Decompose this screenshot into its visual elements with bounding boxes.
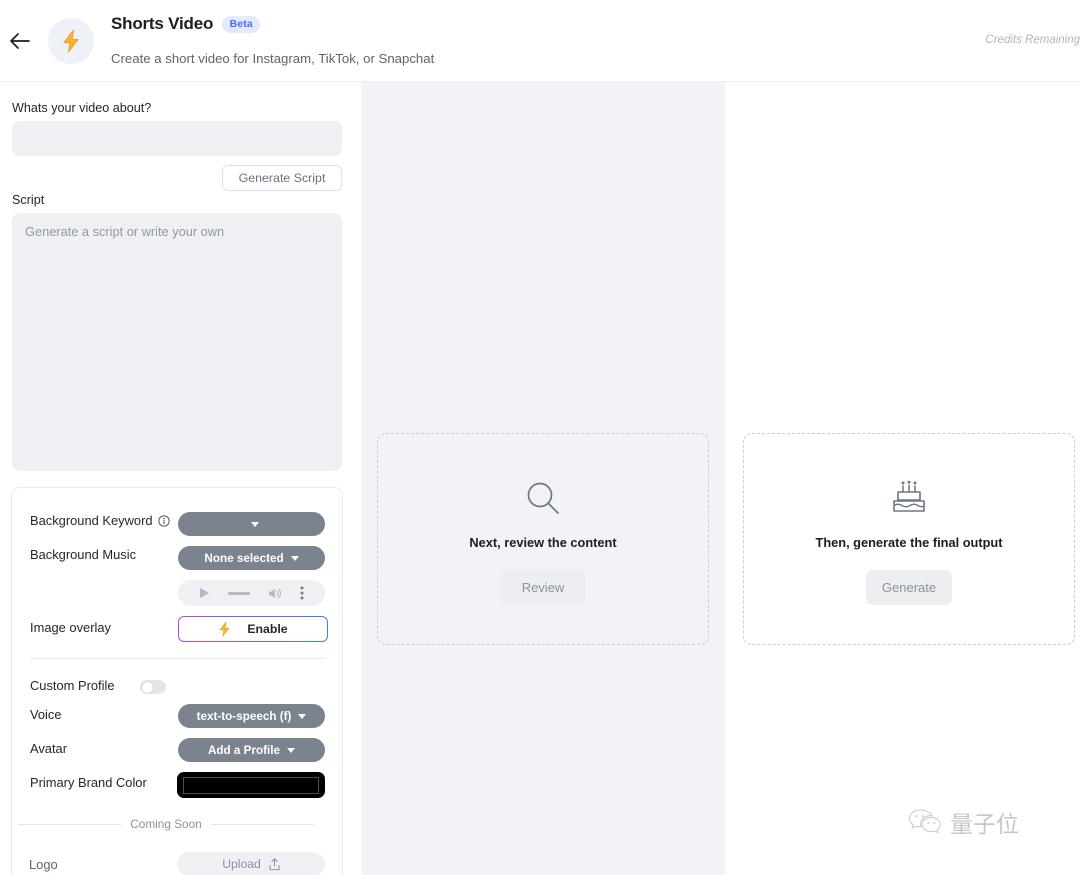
script-textarea[interactable] bbox=[12, 213, 342, 471]
settings-divider-1 bbox=[30, 658, 326, 659]
generate-panel: Then, generate the final output Generate bbox=[743, 433, 1075, 645]
lightning-bolt-icon bbox=[218, 621, 231, 637]
generate-button[interactable]: Generate bbox=[866, 570, 952, 605]
enable-button-label: Enable bbox=[247, 622, 287, 636]
page-header: Shorts Video Beta Create a short video f… bbox=[0, 0, 1080, 82]
play-icon[interactable] bbox=[199, 587, 210, 599]
generate-panel-caption: Then, generate the final output bbox=[816, 535, 1003, 550]
avatar-value: Add a Profile bbox=[208, 744, 280, 757]
logo-label: Logo bbox=[29, 857, 58, 872]
logo-row: Logo bbox=[29, 857, 58, 872]
audio-player bbox=[178, 580, 325, 606]
about-input[interactable] bbox=[12, 121, 342, 156]
script-label: Script bbox=[12, 193, 44, 207]
brand-color-label: Primary Brand Color bbox=[30, 775, 147, 790]
background-music-value: None selected bbox=[204, 552, 283, 565]
watermark-text: 量子位 bbox=[950, 805, 1019, 839]
progress-bar-icon[interactable] bbox=[228, 591, 250, 596]
voice-row: Voice bbox=[30, 707, 62, 722]
page-subtitle: Create a short video for Instagram, TikT… bbox=[111, 51, 434, 66]
logo-upload-label: Upload bbox=[222, 857, 261, 871]
review-panel-caption: Next, review the content bbox=[469, 535, 616, 550]
coming-soon-label: Coming Soon bbox=[130, 817, 201, 831]
background-keyword-select[interactable] bbox=[178, 512, 325, 536]
title-row: Shorts Video Beta bbox=[111, 14, 260, 34]
app-root: Shorts Video Beta Create a short video f… bbox=[0, 0, 1080, 875]
divider-line-left bbox=[18, 824, 121, 825]
custom-profile-row: Custom Profile bbox=[30, 678, 115, 693]
beta-badge: Beta bbox=[222, 16, 260, 33]
review-button[interactable]: Review bbox=[500, 570, 586, 605]
voice-select[interactable]: text-to-speech (f) bbox=[178, 704, 325, 728]
avatar-row: Avatar bbox=[30, 741, 67, 756]
generate-script-button[interactable]: Generate Script bbox=[222, 165, 342, 191]
wechat-icon bbox=[908, 808, 942, 836]
chevron-down-icon bbox=[298, 714, 306, 719]
credits-remaining: Credits Remaining: 2134 bbox=[985, 34, 1080, 46]
background-music-label: Background Music bbox=[30, 547, 136, 562]
avatar-select[interactable]: Add a Profile bbox=[178, 738, 325, 762]
info-circle-icon[interactable] bbox=[158, 515, 170, 527]
brand-color-swatch[interactable] bbox=[177, 772, 325, 798]
arrow-left-icon bbox=[9, 32, 31, 50]
enable-image-overlay-button[interactable]: Enable bbox=[178, 616, 328, 642]
app-logo bbox=[48, 18, 94, 64]
cake-icon bbox=[888, 480, 930, 521]
background-keyword-label: Background Keyword bbox=[30, 513, 153, 528]
about-label: Whats your video about? bbox=[12, 101, 151, 115]
volume-icon[interactable] bbox=[268, 587, 282, 600]
custom-profile-toggle[interactable] bbox=[140, 680, 166, 694]
voice-value: text-to-speech (f) bbox=[197, 710, 292, 723]
chevron-down-icon bbox=[287, 748, 295, 753]
background-music-select[interactable]: None selected bbox=[178, 546, 325, 570]
chevron-down-icon bbox=[291, 556, 299, 561]
custom-profile-label: Custom Profile bbox=[30, 678, 115, 693]
image-overlay-row: Image overlay bbox=[30, 620, 111, 635]
image-overlay-label: Image overlay bbox=[30, 620, 111, 635]
logo-upload-button[interactable]: Upload bbox=[177, 852, 325, 875]
left-column: Whats your video about? Generate Script … bbox=[0, 82, 361, 875]
page-title: Shorts Video bbox=[111, 14, 213, 34]
upload-icon bbox=[269, 858, 280, 871]
watermark: 量子位 bbox=[908, 805, 1019, 839]
brand-color-row: Primary Brand Color bbox=[30, 775, 147, 790]
back-button[interactable] bbox=[6, 27, 34, 55]
background-keyword-row: Background Keyword bbox=[30, 513, 170, 528]
voice-label: Voice bbox=[30, 707, 62, 722]
review-panel: Next, review the content Review bbox=[377, 433, 709, 645]
magnifier-icon bbox=[525, 480, 561, 521]
avatar-label: Avatar bbox=[30, 741, 67, 756]
lightning-bolt-icon bbox=[61, 29, 81, 53]
divider-line-right bbox=[211, 824, 314, 825]
more-vertical-icon[interactable] bbox=[300, 586, 304, 600]
chevron-down-icon bbox=[251, 522, 259, 527]
background-music-row: Background Music bbox=[30, 547, 136, 562]
coming-soon-divider: Coming Soon bbox=[18, 817, 314, 831]
